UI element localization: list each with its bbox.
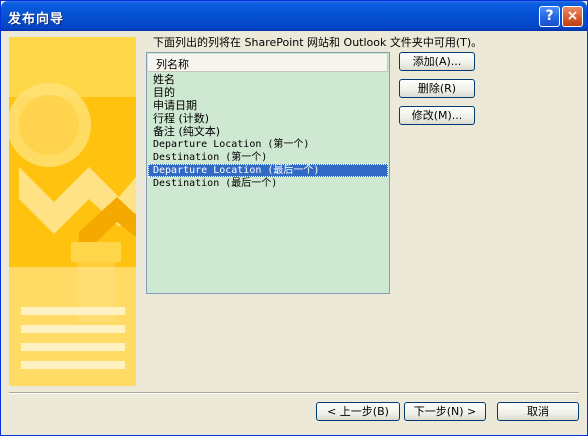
list-item[interactable]: Destination (最后一个) [148,177,388,190]
list-item[interactable]: 姓名 [148,73,388,86]
close-icon[interactable]: × [562,6,583,27]
list-item[interactable]: 申请日期 [148,99,388,112]
help-icon[interactable]: ? [539,6,560,27]
column-list[interactable]: 列名称 姓名 目的 申请日期 行程 (计数) 备注 (纯文本) Departur… [146,52,390,294]
list-item[interactable]: 行程 (计数) [148,112,388,125]
list-item[interactable]: Departure Location (第一个) [148,138,388,151]
list-item[interactable]: 目的 [148,86,388,99]
window-title: 发布向导 [8,12,65,27]
footer-separator [9,392,579,394]
column-header-label: 列名称 [156,58,189,71]
cancel-button[interactable]: 取消 [497,402,579,421]
modify-button[interactable]: 修改(M)... [399,106,475,125]
title-bar: 发布向导 ? × [1,1,587,31]
wizard-window: 发布向导 ? × 下面列出的列将在 SharePoint 网站和 Outlook… [0,0,588,436]
list-item[interactable]: 备注 (纯文本) [148,125,388,138]
instructions-label: 下面列出的列将在 SharePoint 网站和 Outlook 文件夹中可用(T… [153,36,483,49]
list-item[interactable]: Destination (第一个) [148,151,388,164]
column-header[interactable]: 列名称 [148,54,388,72]
wizard-illustration [9,37,136,386]
delete-button[interactable]: 删除(R) [399,79,475,98]
add-button[interactable]: 添加(A)... [399,52,475,71]
list-item-selected[interactable]: Departure Location (最后一个) [148,164,388,177]
next-button[interactable]: 下一步(N) > [404,402,486,421]
back-button[interactable]: < 上一步(B) [316,402,400,421]
